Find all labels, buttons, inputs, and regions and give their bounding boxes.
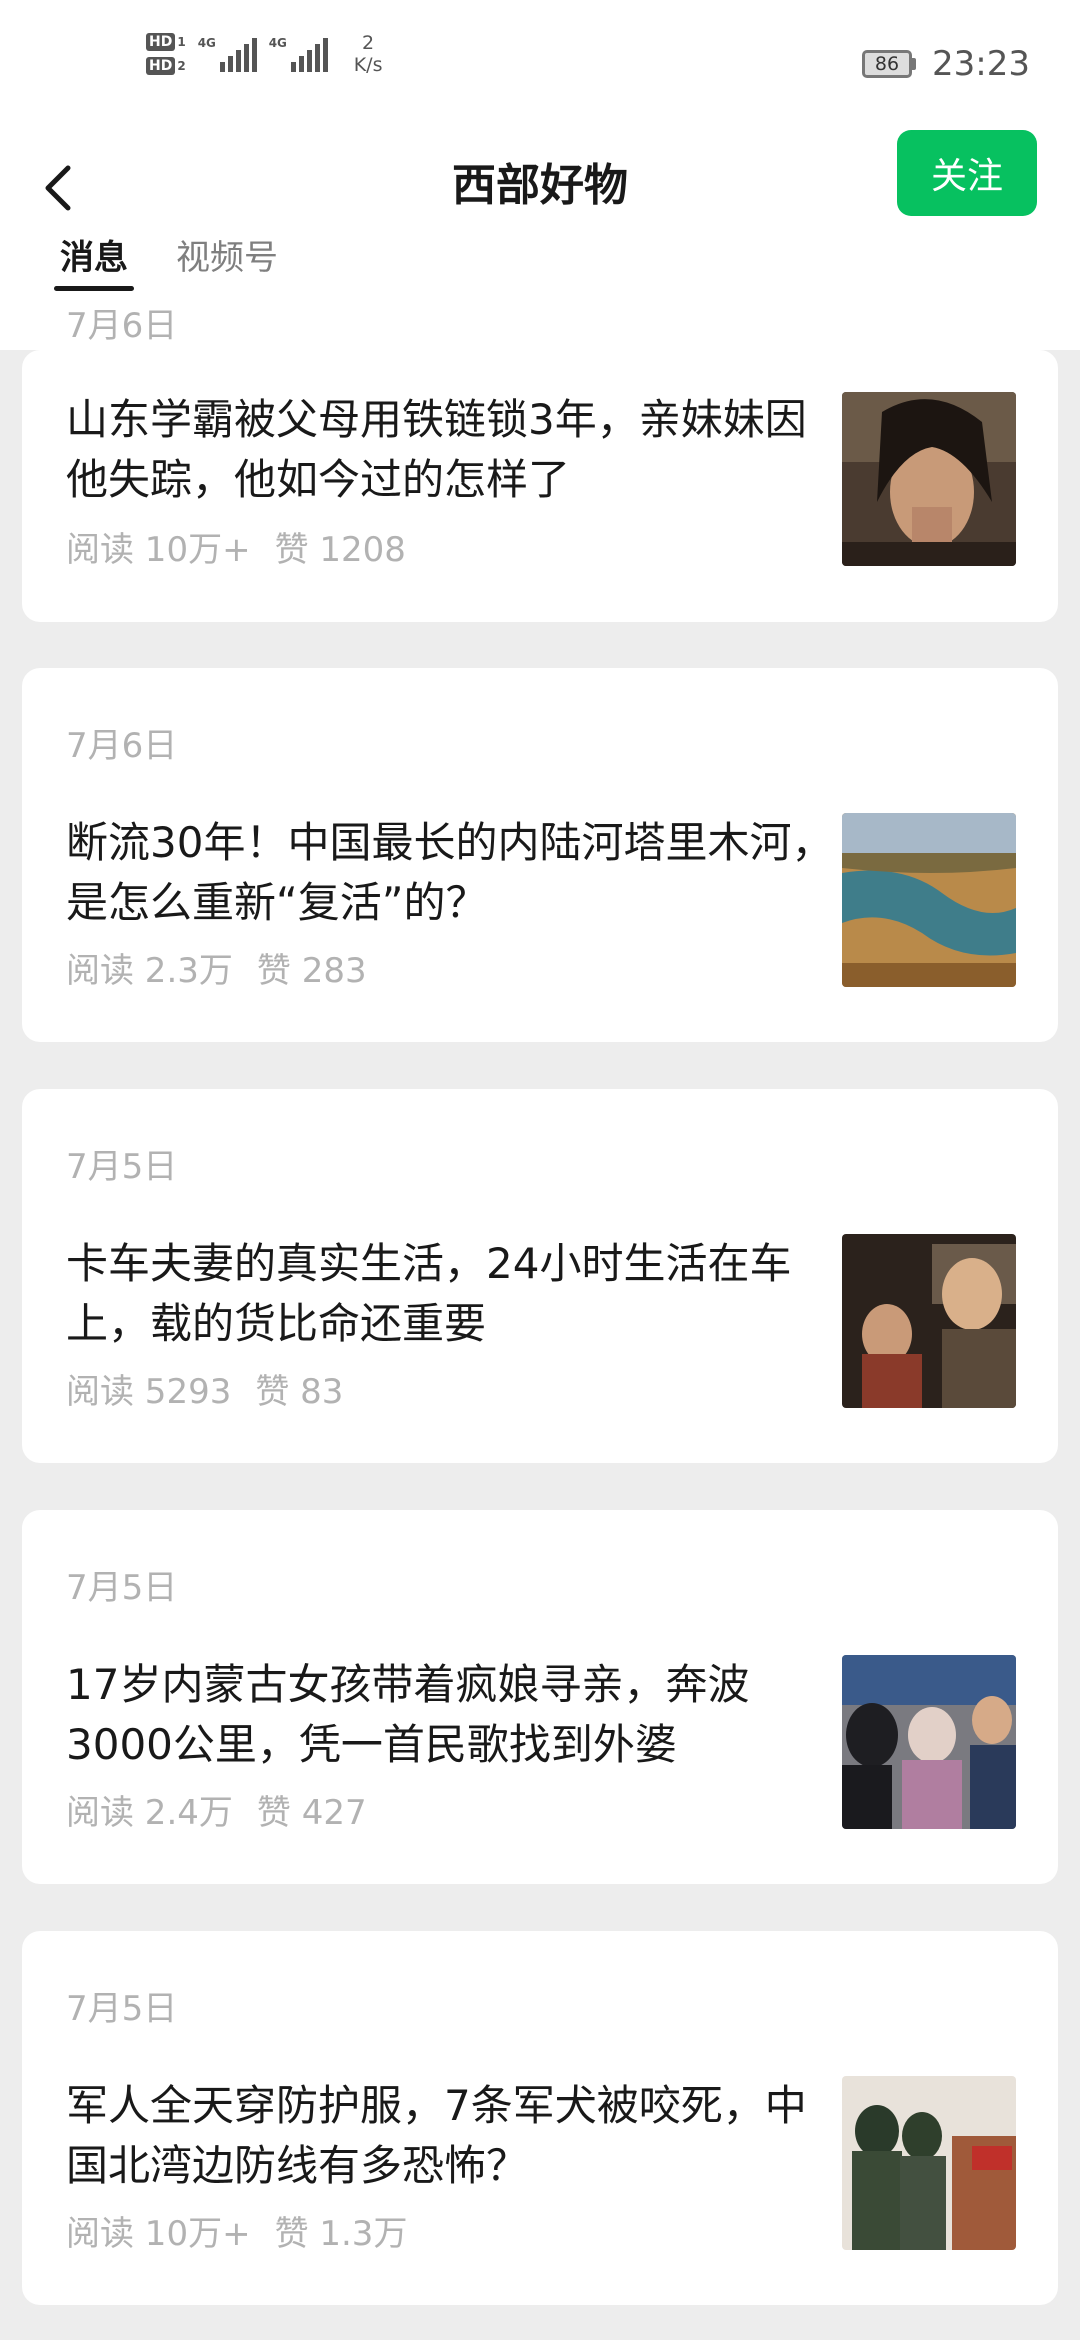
network-speed-value: 2 (362, 32, 375, 54)
article-card[interactable]: 7月6日 断流30年！中国最长的内陆河塔里木河，是怎么重新“复活”的？ 阅读 2… (22, 668, 1058, 1042)
article-date: 7月5日 (66, 1568, 178, 1608)
hd-indicator-2: HD 2 (146, 57, 186, 75)
article-meta: 阅读 2.4万赞 427 (66, 1785, 391, 1834)
network-speed-unit: K/s (353, 54, 383, 76)
article-title: 断流30年！中国最长的内陆河塔里木河，是怎么重新“复活”的？ (66, 818, 834, 927)
like-count: 赞 1208 (274, 530, 406, 570)
like-count: 赞 83 (255, 1372, 344, 1412)
family-reunion-photo-icon (842, 1655, 1016, 1829)
article-meta: 阅读 10万+ 赞 1208 (66, 522, 430, 571)
network-speed: 2 K/s (354, 32, 383, 76)
tab-bar: 消息 视频号 (54, 230, 278, 291)
signal-icon-sim1: 4G (198, 36, 257, 72)
truck-cabin-photo-icon (842, 1234, 1016, 1408)
portrait-photo-icon (842, 392, 1016, 566)
article-date: 7月6日 (66, 726, 178, 766)
read-count: 阅读 2.4万 (66, 1793, 233, 1833)
sim-slot-number: 2 (177, 59, 186, 73)
status-right: 86 23:23 (862, 44, 1030, 84)
status-bar: HD 1 HD 2 4G 4G 2 K/s 86 23:23 (0, 0, 1080, 130)
article-date: 7月6日 (66, 306, 178, 346)
read-count: 阅读 10万+ (66, 2214, 251, 2254)
read-count: 阅读 5293 (66, 1372, 232, 1412)
article-title: 山东学霸被父母用铁链锁3年，亲妹妹因他失踪，他如今过的怎样了 (66, 395, 807, 504)
hd-icon: HD (146, 33, 176, 51)
battery-icon: 86 (862, 50, 917, 78)
article-card[interactable]: 7月5日 军人全天穿防护服，7条军犬被咬死，中国北湾边防线有多恐怖？ 阅读 10… (22, 1931, 1058, 2305)
article-date: 7月5日 (66, 1989, 178, 2029)
article-meta: 阅读 5293 赞 83 (66, 1364, 367, 1413)
tab-messages[interactable]: 消息 (54, 230, 134, 291)
network-type-label: 4G (197, 36, 216, 50)
hd-indicator-1: HD 1 (146, 33, 186, 51)
hd-icon: HD (146, 57, 176, 75)
battery-level: 86 (862, 50, 913, 78)
article-title: 17岁内蒙古女孩带着疯娘寻亲，奔波3000公里，凭一首民歌找到外婆 (66, 1660, 750, 1769)
article-date: 7月5日 (66, 1147, 178, 1187)
article-card[interactable]: 7月5日 卡车夫妻的真实生活，24小时生活在车上，载的货比命还重要 阅读 529… (22, 1089, 1058, 1463)
status-left: HD 1 HD 2 4G 4G 2 K/s (146, 32, 382, 76)
river-landscape-photo-icon (842, 813, 1016, 987)
like-count: 赞 1.3万 (274, 2214, 408, 2254)
read-count: 阅读 10万+ (66, 530, 251, 570)
soldiers-protective-suit-photo-icon (842, 2076, 1016, 2250)
tab-channels[interactable]: 视频号 (176, 230, 278, 291)
read-count: 阅读 2.3万 (66, 951, 233, 991)
article-title: 军人全天穿防护服，7条军犬被咬死，中国北湾边防线有多恐怖？ (66, 2081, 807, 2190)
article-meta: 阅读 10万+ 赞 1.3万 (66, 2206, 431, 2255)
article-card[interactable]: 7月5日 17岁内蒙古女孩带着疯娘寻亲，奔波3000公里，凭一首民歌找到外婆 阅… (22, 1510, 1058, 1884)
article-card[interactable]: 山东学霸被父母用铁链锁3年，亲妹妹因他失踪，他如今过的怎样了 阅读 10万+ 赞 … (22, 350, 1058, 622)
clock: 23:23 (932, 44, 1030, 84)
like-count: 赞 427 (256, 1793, 367, 1833)
sim-slot-number: 1 (177, 35, 186, 49)
signal-icon-sim2: 4G (269, 36, 328, 72)
like-count: 赞 283 (256, 951, 367, 991)
follow-button[interactable]: 关注 (897, 130, 1037, 216)
network-type-label: 4G (268, 36, 287, 50)
hd-indicators: HD 1 HD 2 (146, 33, 186, 75)
article-meta: 阅读 2.3万赞 283 (66, 943, 391, 992)
article-title: 卡车夫妻的真实生活，24小时生活在车上，载的货比命还重要 (66, 1239, 792, 1348)
